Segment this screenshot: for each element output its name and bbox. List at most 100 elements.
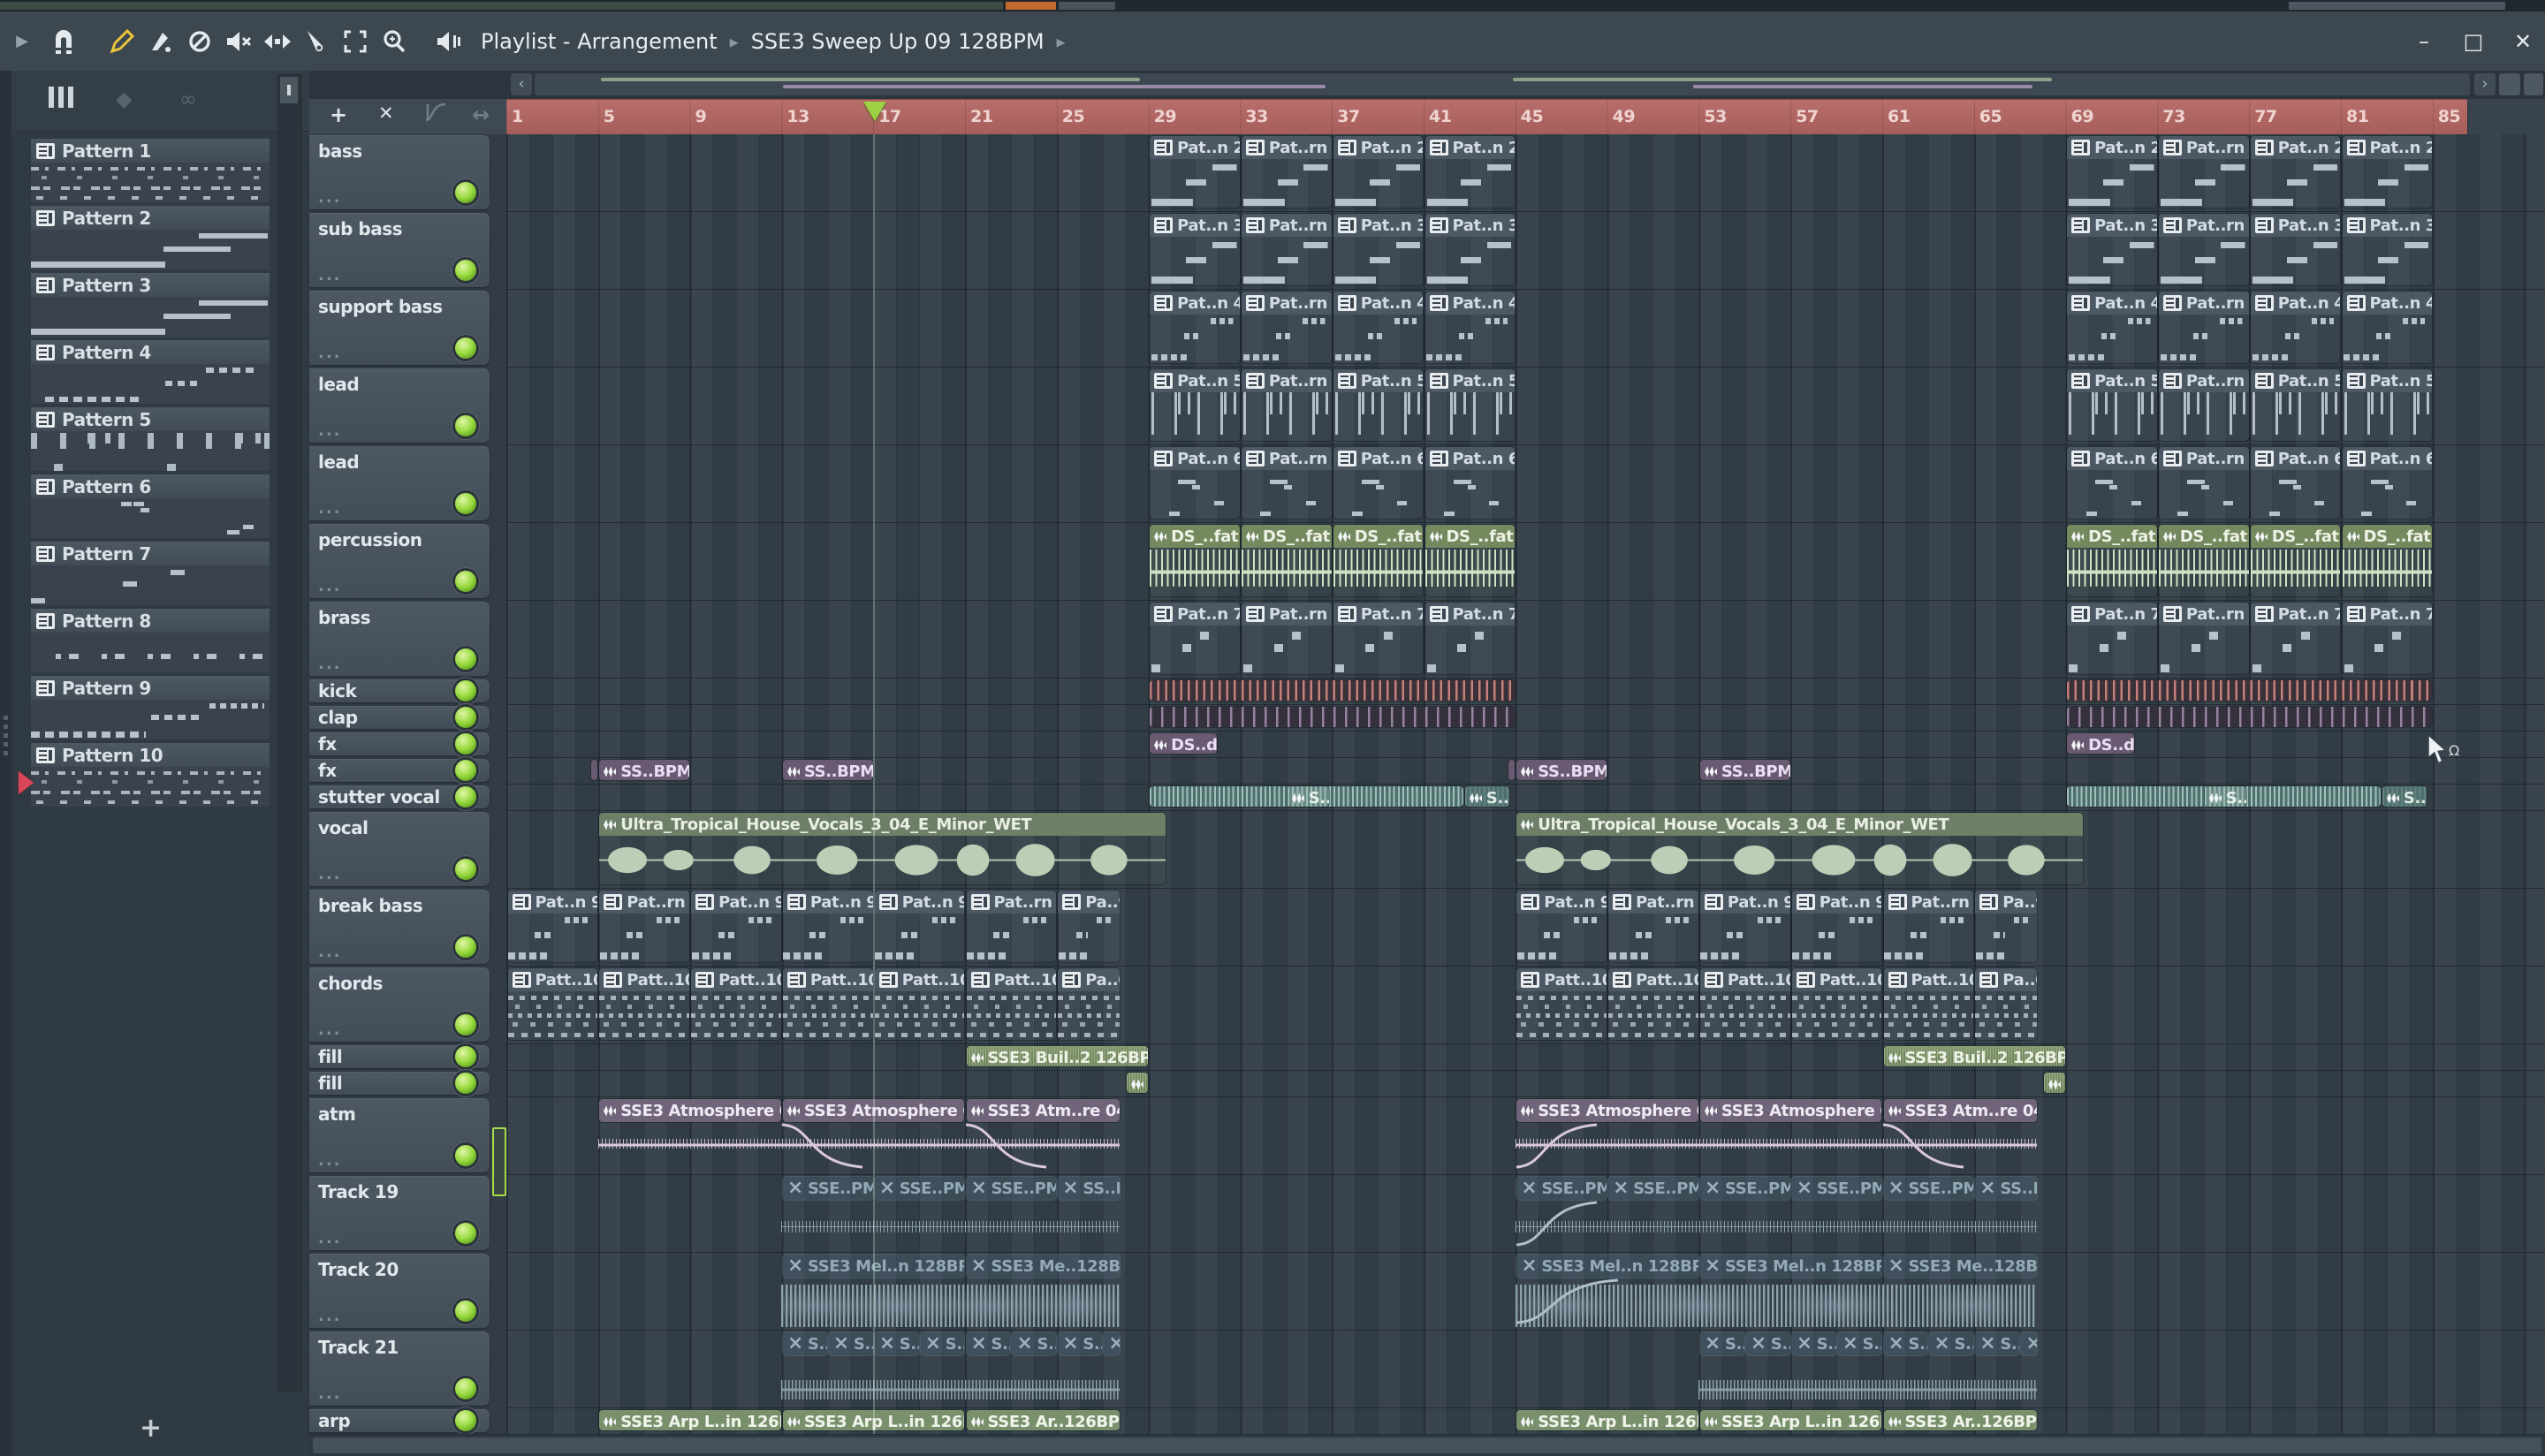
track-mute-led[interactable] [452, 179, 479, 206]
playlist-clip[interactable]: SSE3 Atm..re 04 F [966, 1099, 1120, 1122]
playlist-clip[interactable]: S.. [2204, 786, 2247, 807]
playlist-corner-button[interactable] [2499, 73, 2520, 95]
playlist-clip[interactable]: Pat..rn 6 [2158, 447, 2249, 519]
playlist-clip[interactable]: SSE3 Ar..126BPM [966, 1410, 1120, 1430]
select-brackets-icon[interactable] [336, 28, 375, 55]
playlist-clip[interactable]: ×S.. [1837, 1332, 1882, 1355]
track-header-stutter-vocal[interactable]: stutter vocal [309, 784, 490, 810]
playlist-clip[interactable]: Pat..rn 5 [1241, 369, 1332, 441]
pattern-preview[interactable] [31, 565, 270, 605]
pattern-item-header[interactable]: Pattern 6 [31, 474, 270, 498]
playlist-grid[interactable]: Pat..n 2 Pat..rn 2 Pat..n 2 Pat..n 2 Pat..n … [506, 134, 2545, 1435]
playlist-clip[interactable]: ×S.. [828, 1332, 873, 1355]
playlist-lane[interactable]: SSE3 Atmosphere 0 SSE3 Atmosphere 0 SSE3 A… [506, 1097, 2545, 1175]
playlist-clip[interactable]: ×SSE3 Mel..n 128BPM [1699, 1255, 1882, 1278]
playlist-clip[interactable]: Patt..10 [1608, 968, 1698, 1040]
playlist-clip[interactable]: SSE3 Atmosphere 0 [1699, 1099, 1882, 1122]
playlist-clip[interactable]: Pat..n 7 [2342, 603, 2433, 674]
track-mute-led[interactable] [452, 257, 479, 284]
track-header-fill[interactable]: fill [309, 1070, 490, 1096]
track-options-dots[interactable]: ... [318, 655, 342, 673]
playlist-lane[interactable]: Ultra_Tropical_House_Vocals_3_04_E_Minor… [506, 811, 2545, 889]
playlist-lane[interactable]: Pat..n 5 Pat..rn 5 Pat..n 5 Pat..n 5 Pat..n … [506, 368, 2545, 445]
add-pattern-button[interactable]: + [140, 1413, 162, 1444]
track-mute-led[interactable] [452, 934, 479, 960]
pattern-item-header[interactable]: Pattern 3 [31, 273, 270, 297]
playlist-clip[interactable]: Pat..n 5 [1333, 369, 1424, 441]
diamond-icon[interactable]: ◆ [116, 87, 132, 111]
scroll-right-button[interactable]: › [2474, 73, 2496, 95]
playlist-clip[interactable]: Pat..rn 5 [2158, 369, 2249, 441]
pattern-item-header[interactable]: Pattern 1 [31, 139, 270, 163]
playlist-clip[interactable]: Pa..9 [1058, 891, 1120, 962]
pattern-preview[interactable] [31, 364, 270, 404]
playlist-clip[interactable] [2067, 680, 2433, 701]
playlist-clip[interactable]: Pat..n 9 [874, 891, 965, 962]
playlist-lane[interactable]: Pat..n 7 Pat..rn 7 Pat..n 7 Pat..n 7 Pat..n … [506, 601, 2545, 679]
playlist-clip[interactable]: SS..BPM [1516, 760, 1607, 780]
minimize-button[interactable]: – [2411, 29, 2437, 54]
playlist-clip[interactable]: SSE3 Arp L..in 126B [599, 1410, 781, 1430]
playlist-clip[interactable]: Pat..n 2 [2250, 136, 2341, 208]
playlist-lane[interactable]: Pat..n 4 Pat..rn 4 Pat..n 4 Pat..n 4 Pat..n … [506, 290, 2545, 368]
playlist-lane[interactable]: SSE3 Arp L..in 126B SSE3 Arp L..in 126B SS… [506, 1408, 2545, 1435]
playlist-clip[interactable]: S.. [1464, 786, 1509, 807]
playlist-clip[interactable]: SSE3 Atmosphere 0 [1516, 1099, 1698, 1122]
playlist-horizontal-minimap-scrollbar[interactable]: ‹ › [309, 71, 2545, 100]
playlist-clip[interactable]: Pat..rn 2 [1241, 136, 1332, 208]
zoom-magnifier-icon[interactable] [375, 28, 414, 55]
playlist-clip[interactable]: Pat..n 5 [2342, 369, 2433, 441]
playlist-clip[interactable]: SS..BPM [782, 760, 873, 780]
playlist-clip[interactable]: Patt..10 [1516, 968, 1607, 1040]
playlist-clip[interactable]: DS_..fat [2067, 525, 2157, 596]
track-header-track-21[interactable]: Track 21... [309, 1331, 490, 1406]
track-header-brass[interactable]: brass... [309, 602, 490, 676]
playlist-clip[interactable]: SSE3 Buil..2 126BPM [1884, 1046, 2065, 1066]
playlist-clip[interactable]: Pat..n 5 [1150, 369, 1240, 441]
playlist-clip[interactable]: Pat..n 7 [1424, 603, 1516, 674]
playlist-clip[interactable]: Pat..n 5 [2067, 369, 2157, 441]
track-header-track-20[interactable]: Track 20... [309, 1254, 490, 1328]
slip-stretch-icon[interactable] [258, 28, 297, 55]
track-header-fx[interactable]: fx [309, 757, 490, 784]
playlist-clip[interactable]: Pat..n 5 [1424, 369, 1516, 441]
track-options-dots[interactable]: ... [318, 421, 342, 440]
playlist-clip[interactable]: Pat..rn 4 [1241, 292, 1332, 363]
playlist-clip[interactable]: Patt..10 [691, 968, 781, 1040]
playlist-corner-button[interactable] [2524, 73, 2543, 95]
playlist-clip[interactable]: DS_..fat [1424, 525, 1516, 596]
track-options-dots[interactable]: ... [318, 1307, 342, 1325]
playlist-clip[interactable]: ×SS..M [1975, 1177, 2037, 1200]
draw-pencil-icon[interactable] [103, 28, 141, 55]
playlist-clip[interactable]: DS_..fat [1150, 525, 1240, 596]
track-mute-led[interactable] [452, 731, 479, 757]
playlist-clip[interactable]: Pat..rn 9 [1608, 891, 1698, 962]
timeline-ruler[interactable]: 1 5 9 13 17 21 25 29 33 37 41 45 49 53 57 61 65 69 73 77 81 8… [506, 99, 2468, 135]
track-options-dots[interactable]: ... [318, 188, 342, 207]
playlist-lane[interactable]: Patt..10 Patt..10 Patt..10 Patt..10 Patt..10… [506, 967, 2545, 1044]
track-header-fill[interactable]: fill [309, 1043, 490, 1070]
playlist-clip[interactable]: SS..BPM [599, 760, 690, 780]
playlist-clip[interactable]: Pat..n 5 [2250, 369, 2341, 441]
playlist-clip[interactable]: Pat..n 2 [1150, 136, 1240, 208]
track-header-arp[interactable]: arp [309, 1407, 490, 1434]
playlist-lane[interactable]: SS..BPM SS..BPM SS..BPM SS..BPM [506, 758, 2545, 785]
playlist-clip[interactable]: ×S.. [1058, 1332, 1103, 1355]
playlist-lane[interactable]: Pat..n 6 Pat..rn 6 Pat..n 6 Pat..n 6 Pat..n … [506, 445, 2545, 523]
playlist-clip[interactable]: Pat..n 4 [1424, 292, 1516, 363]
playlist-clip[interactable]: S.. [1287, 786, 1330, 807]
playlist-clip[interactable]: DS..d [1150, 733, 1217, 754]
playlist-clip[interactable]: Patt..10 [782, 968, 873, 1040]
playlist-clip[interactable]: ×S.. [1791, 1332, 1836, 1355]
playlist-clip[interactable]: Patt..10 [1883, 968, 1974, 1040]
track-mute-led[interactable] [452, 568, 479, 595]
playlist-clip[interactable]: Pat..rn 4 [2158, 292, 2249, 363]
playlist-clip[interactable]: Pat..n 4 [2342, 292, 2433, 363]
playlist-clip[interactable]: Pat..rn 2 [2158, 136, 2249, 208]
playlist-clip[interactable]: ×S.. [1883, 1332, 1928, 1355]
playlist-clip[interactable]: SSE3 Arp L..in 126B [1699, 1410, 1882, 1430]
track-options-dots[interactable]: ... [318, 577, 342, 595]
playlist-clip[interactable]: DS_..fat [1241, 525, 1332, 596]
playlist-clip[interactable]: DS..d [2067, 733, 2134, 754]
playlist-clip[interactable]: Pat..n 3 [1424, 214, 1516, 285]
